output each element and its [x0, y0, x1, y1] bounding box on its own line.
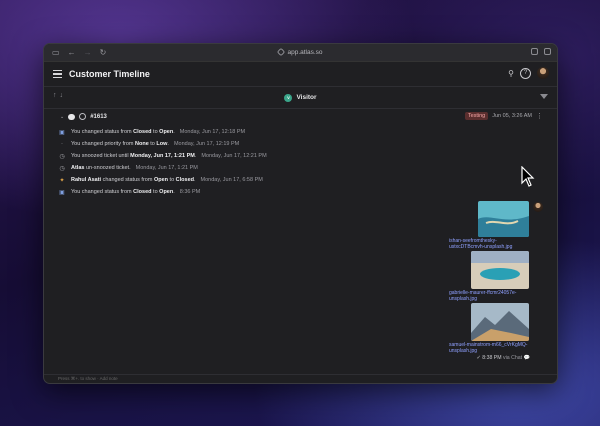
browser-window: ▭ ← → ↻ app.atlas.so Customer Timeline ⚲…: [43, 43, 558, 384]
ticket-id[interactable]: #1613: [90, 114, 107, 120]
address-bar[interactable]: app.atlas.so: [44, 44, 557, 61]
ticket-tag-badge[interactable]: Testing: [464, 112, 489, 120]
split-view-icon[interactable]: [544, 48, 551, 55]
attachment-1[interactable]: ishan-seefromthesky-ustxcDTBcmvh-unsplas…: [449, 201, 529, 250]
event-text: You changed status from Closed to Open.: [71, 129, 175, 135]
sidebar-toggle-icon[interactable]: ▭: [52, 44, 60, 61]
event-text: You changed priority from None to Low.: [71, 141, 169, 147]
timeline-event: ◷ You snoozed ticket until Monday, Jun 17…: [44, 150, 557, 162]
event-time: Monday, Jun 17, 12:19 PM: [173, 141, 240, 147]
event-text: Rahul Asati changed status from Open to …: [71, 177, 196, 183]
help-icon[interactable]: ?: [520, 67, 531, 79]
attachment-caption-2: gabrielle-maurer-ffcmr24057e-unsplash.jp…: [449, 290, 517, 302]
attachment-thumbnail-1[interactable]: [478, 201, 529, 237]
page-title: Customer Timeline: [69, 69, 150, 79]
event-time: Monday, Jun 17, 12:21 PM: [201, 153, 267, 159]
nav-arrows[interactable]: ↑↓: [53, 92, 66, 99]
visitor-chip[interactable]: V Visitor: [284, 93, 317, 102]
priority-icon: ·: [61, 141, 63, 147]
party-icon: ✦: [59, 177, 65, 184]
event-text: You snoozed ticket until Monday, Jun 17,…: [71, 153, 197, 159]
ticket-row[interactable]: ⌄ #1613 Testing Jun 05, 3:26 AM ⋮: [44, 109, 557, 124]
message-channel: via Chat: [503, 355, 523, 361]
collapse-icon[interactable]: ⌄: [60, 114, 64, 120]
composer-hint: Press ⌘+. to show · Add note: [58, 376, 118, 381]
ticket-date: Jun 05, 3:26 AM: [492, 113, 532, 119]
timeline-event: ▣ You changed status from Closed to Open.…: [44, 186, 557, 198]
event-text: Atlas un-snoozed ticket.: [71, 165, 131, 171]
mouse-cursor-icon: [521, 166, 535, 187]
chat-bubble-icon: [68, 113, 76, 120]
browser-toolbar: ▭ ← → ↻ app.atlas.so: [44, 44, 557, 62]
agent-avatar: [533, 202, 543, 212]
extension-icon[interactable]: [531, 48, 538, 55]
search-icon[interactable]: ⚲: [508, 69, 514, 78]
message-meta: ✓ 8:38 PM via Chat 💬: [476, 355, 530, 361]
attachment-thumbnail-3[interactable]: [471, 303, 529, 341]
forward-icon[interactable]: →: [84, 44, 92, 61]
event-time: Monday, Jun 17, 1:21 PM: [135, 165, 198, 171]
status-icon: ▣: [59, 189, 65, 196]
event-time: Monday, Jun 17, 12:18 PM: [179, 129, 246, 135]
chat-icon: 💬: [523, 355, 530, 361]
link-icon: [277, 47, 286, 57]
url-text: app.atlas.so: [287, 49, 323, 56]
user-avatar[interactable]: [537, 67, 549, 79]
attachment-3[interactable]: samuel-mainstrom-m66_cVrKgMQ-unsplash.jp…: [449, 303, 529, 354]
hamburger-menu-icon[interactable]: [53, 70, 62, 78]
event-list: ▣ You changed status from Closed to Open.…: [44, 126, 557, 198]
timeline-event: ▣ You changed status from Closed to Open.…: [44, 126, 557, 138]
attachment-caption-3: samuel-mainstrom-m66_cVrKgMQ-unsplash.jp…: [449, 342, 528, 354]
app-header: Customer Timeline ⚲ ?: [44, 62, 557, 87]
event-text: You changed status from Closed to Open.: [71, 189, 175, 195]
attachment-caption-1: ishan-seefromthesky-ustxcDTBcmvh-unsplas…: [449, 238, 513, 250]
event-time: 8:36 PM: [179, 189, 201, 195]
visitor-label: Visitor: [296, 94, 317, 101]
clock-icon: ◷: [59, 153, 65, 160]
timeline-subheader: ↑↓ V Visitor: [44, 87, 557, 109]
status-icon: ▣: [59, 129, 65, 136]
clock-icon: ◷: [59, 165, 65, 172]
back-icon[interactable]: ←: [68, 44, 76, 61]
message-time: 8:38 PM: [482, 355, 502, 361]
attachment-thumbnail-2[interactable]: [471, 251, 529, 289]
visitor-avatar: V: [284, 93, 293, 102]
reload-icon[interactable]: ↻: [100, 44, 107, 61]
timeline-event: · You changed priority from None to Low. M…: [44, 138, 557, 150]
delivered-check-icon: ✓: [476, 355, 481, 361]
composer-bar[interactable]: Press ⌘+. to show · Add note: [44, 374, 557, 383]
timeline-event: ◷ Atlas un-snoozed ticket. Monday, Jun 17,…: [44, 162, 557, 174]
event-time: Monday, Jun 17, 6:58 PM: [200, 177, 263, 183]
timeline-event: ✦ Rahul Asati changed status from Open to…: [44, 174, 557, 186]
filter-icon[interactable]: [540, 94, 548, 99]
more-options-icon[interactable]: ⋮: [536, 112, 543, 120]
attachment-2[interactable]: gabrielle-maurer-ffcmr24057e-unsplash.jp…: [449, 251, 529, 302]
status-ring-icon: [79, 113, 87, 120]
